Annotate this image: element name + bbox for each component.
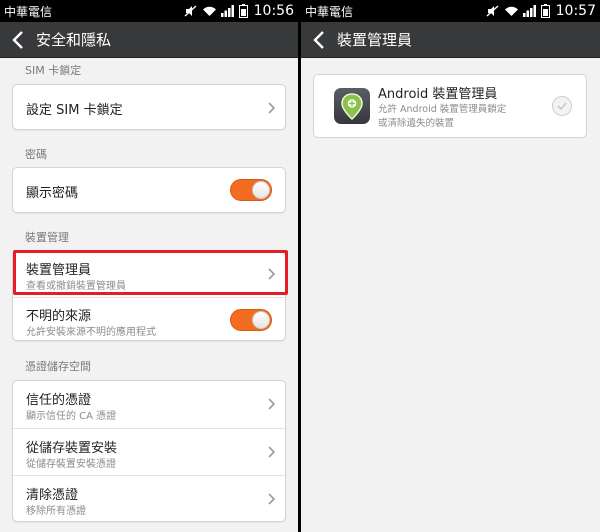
signal-icon xyxy=(220,5,234,17)
wifi-icon xyxy=(504,6,518,16)
android-device-manager-item[interactable]: Android 裝置管理員 允許 Android 裝置管理員鎖定 或清除遺失的裝… xyxy=(313,74,587,138)
section-header-password: 密碼 xyxy=(25,148,47,161)
android-device-manager-description: 允許 Android 裝置管理員鎖定 或清除遺失的裝置 xyxy=(378,103,528,131)
trusted-credentials-setting[interactable]: 信任的憑證 顯示信任的 CA 憑證 xyxy=(13,381,285,428)
action-bar: 裝置管理員 xyxy=(301,22,600,58)
unknown-sources-toggle[interactable] xyxy=(230,309,272,331)
action-bar: 安全和隱私 xyxy=(0,22,298,58)
back-arrow-icon[interactable] xyxy=(311,30,327,50)
section-header-sim: SIM 卡鎖定 xyxy=(25,64,82,77)
device-management-card: 裝置管理員 查看或撤銷裝置管理員 不明的來源 允許安裝來源不明的應用程式 xyxy=(12,251,286,341)
device-administrators-screen: 中華電信 10:57 裝置管理員 Android 裝置管理員 允許 Androi… xyxy=(301,0,600,532)
settings-list[interactable]: SIM 卡鎖定 設定 SIM 卡鎖定 密碼 顯示密碼 裝置管理 裝置管理員 查看… xyxy=(0,58,298,532)
security-privacy-screen: 中華電信 10:56 安全和隱私 SIM 卡鎖定 設定 SIM 卡鎖定 密碼 顯… xyxy=(0,0,298,532)
chevron-right-icon xyxy=(268,102,275,114)
battery-icon xyxy=(238,4,248,18)
battery-icon xyxy=(540,4,550,18)
clear-credentials-subtitle: 移除所有憑證 xyxy=(26,506,86,517)
clear-credentials-setting[interactable]: 清除憑證 移除所有憑證 xyxy=(13,475,285,521)
show-password-toggle[interactable] xyxy=(230,179,272,201)
password-card: 顯示密碼 xyxy=(12,167,286,213)
show-password-label: 顯示密碼 xyxy=(26,186,79,201)
install-from-storage-label: 從儲存裝置安裝 xyxy=(26,441,118,456)
carrier-label: 中華電信 xyxy=(305,4,354,19)
signal-icon xyxy=(522,5,536,17)
show-password-setting[interactable]: 顯示密碼 xyxy=(13,168,285,212)
device-admin-subtitle: 查看或撤銷裝置管理員 xyxy=(26,281,126,292)
unknown-sources-setting[interactable]: 不明的來源 允許安裝來源不明的應用程式 xyxy=(13,297,285,340)
sim-lock-label: 設定 SIM 卡鎖定 xyxy=(26,103,123,118)
location-pin-icon xyxy=(341,93,363,121)
status-bar: 中華電信 10:57 xyxy=(301,0,600,22)
description-line: 或清除遺失的裝置 xyxy=(378,118,455,129)
install-from-storage-subtitle: 從儲存裝置安裝憑證 xyxy=(26,459,116,470)
clock: 10:56 xyxy=(253,3,294,19)
unknown-sources-subtitle: 允許安裝來源不明的應用程式 xyxy=(26,327,156,338)
trusted-credentials-label: 信任的憑證 xyxy=(26,393,92,408)
description-line: 允許 Android 裝置管理員鎖定 xyxy=(378,104,507,115)
carrier-label: 中華電信 xyxy=(4,4,53,19)
trusted-credentials-subtitle: 顯示信任的 CA 憑證 xyxy=(26,411,117,422)
sim-lock-card: 設定 SIM 卡鎖定 xyxy=(12,84,286,130)
section-header-device: 裝置管理 xyxy=(25,231,69,244)
mute-icon xyxy=(184,5,197,17)
section-header-credentials: 憑證儲存空間 xyxy=(25,360,91,373)
back-arrow-icon[interactable] xyxy=(10,30,26,50)
mute-icon xyxy=(486,5,499,17)
credential-storage-card: 信任的憑證 顯示信任的 CA 憑證 從儲存裝置安裝 從儲存裝置安裝憑證 清除憑證… xyxy=(12,380,286,522)
check-icon xyxy=(557,102,567,111)
clear-credentials-label: 清除憑證 xyxy=(26,488,79,503)
admin-checkbox[interactable] xyxy=(552,96,572,116)
chevron-right-icon xyxy=(268,398,275,410)
clock: 10:57 xyxy=(555,3,596,19)
page-title: 裝置管理員 xyxy=(337,31,413,49)
chevron-right-icon xyxy=(268,446,275,458)
status-bar: 中華電信 10:56 xyxy=(0,0,298,22)
android-device-manager-title: Android 裝置管理員 xyxy=(378,87,498,102)
wifi-icon xyxy=(202,6,216,16)
page-title: 安全和隱私 xyxy=(36,31,112,49)
install-from-storage-setting[interactable]: 從儲存裝置安裝 從儲存裝置安裝憑證 xyxy=(13,428,285,475)
device-admin-label: 裝置管理員 xyxy=(26,263,92,278)
device-admin-list[interactable]: Android 裝置管理員 允許 Android 裝置管理員鎖定 或清除遺失的裝… xyxy=(301,58,600,532)
toggle-knob xyxy=(252,311,270,329)
toggle-knob xyxy=(252,181,270,199)
device-admin-setting[interactable]: 裝置管理員 查看或撤銷裝置管理員 xyxy=(13,252,285,297)
unknown-sources-label: 不明的來源 xyxy=(26,309,92,324)
chevron-right-icon xyxy=(268,493,275,505)
android-device-manager-icon xyxy=(334,88,370,124)
chevron-right-icon xyxy=(268,268,275,280)
sim-lock-setting[interactable]: 設定 SIM 卡鎖定 xyxy=(13,85,285,129)
